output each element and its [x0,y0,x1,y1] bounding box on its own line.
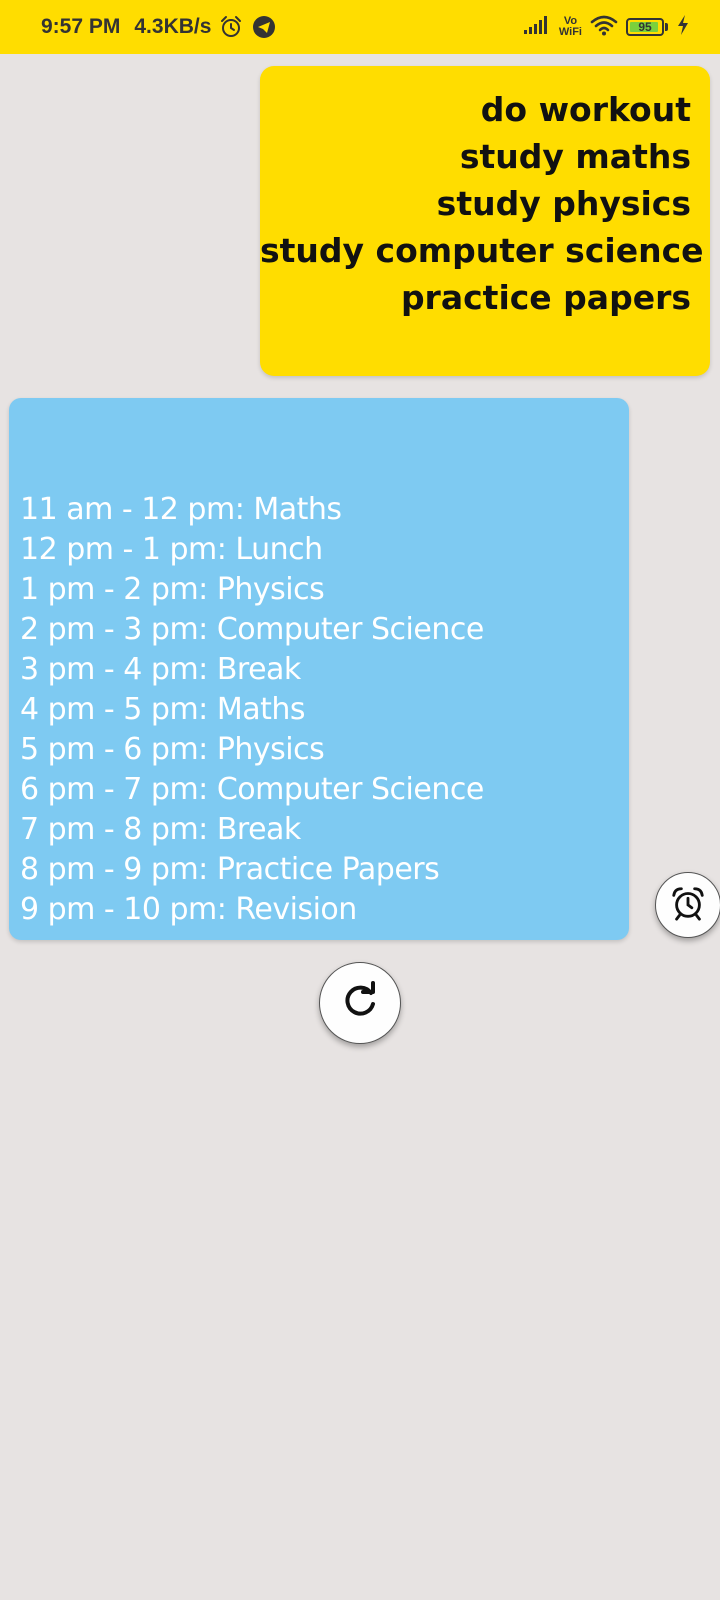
schedule-item: 8 pm - 9 pm: Practice Papers [20,852,440,887]
wifi-icon [590,14,618,40]
set-alarm-button[interactable] [655,872,720,938]
status-net-speed: 4.3KB/s [134,15,212,38]
schedule-item: 3 pm - 4 pm: Break [20,652,301,687]
task-item: do workout [480,90,691,129]
status-time: 9:57 PM [41,15,121,38]
alarm-clock-icon [669,884,707,926]
schedule-item: 5 pm - 6 pm: Physics [20,732,325,767]
vowifi-bottom: WiFi [558,26,582,38]
schedule-item: 6 pm - 7 pm: Computer Science [20,772,484,807]
task-list: do workout study maths study physics study … [260,86,704,321]
task-list-card: do workout study maths study physics study … [260,66,710,376]
signal-icon [523,15,551,39]
status-bar-left: 9:57 PM 4.3KB/s [41,0,277,54]
task-item: study maths [459,137,691,176]
telegram-icon [251,14,277,40]
charging-icon [676,14,690,40]
refresh-button[interactable] [319,962,401,1044]
task-item: study computer science [260,231,704,270]
battery-icon: 95 [626,18,668,36]
alarm-icon [219,15,243,39]
schedule-card: 11 am - 12 pm: Maths 12 pm - 1 pm: Lunch 1… [9,398,629,940]
task-item: practice papers [400,278,691,317]
schedule-item: 12 pm - 1 pm: Lunch [20,532,323,567]
schedule-item: 7 pm - 8 pm: Break [20,812,301,847]
battery-cap [665,23,668,31]
refresh-icon [339,980,381,1026]
status-bar: 9:57 PM 4.3KB/s Vo WiFi 95 [0,0,720,54]
vowifi-icon: Vo WiFi [559,16,582,38]
task-item: study physics [436,184,691,223]
schedule-item: 2 pm - 3 pm: Computer Science [20,612,484,647]
schedule-list: 11 am - 12 pm: Maths 12 pm - 1 pm: Lunch 1… [20,490,619,930]
battery-level: 95 [638,20,652,34]
schedule-item: 11 am - 12 pm: Maths [20,492,342,527]
battery-body: 95 [626,18,664,36]
schedule-item: 1 pm - 2 pm: Physics [20,572,325,607]
schedule-item: 4 pm - 5 pm: Maths [20,692,306,727]
schedule-item: 9 pm - 10 pm: Revision [20,892,357,927]
status-bar-right: Vo WiFi 95 [523,0,690,54]
